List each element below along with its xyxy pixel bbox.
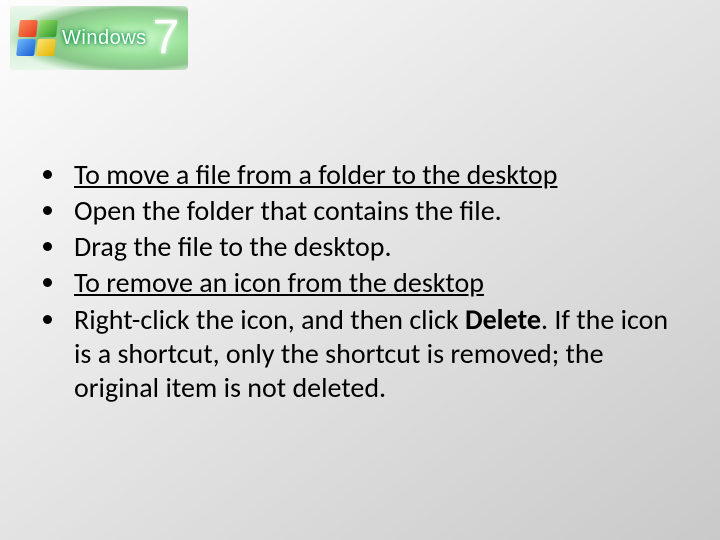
- body-text: To move a file from a folder to the desk…: [28, 158, 688, 407]
- heading-move-file: To move a file from a folder to the desk…: [74, 157, 557, 192]
- slide: Windows 7 To move a file from a folder t…: [0, 0, 720, 540]
- list-item: Drag the file to the desktop.: [68, 230, 688, 264]
- list-item: Right-click the icon, and then click Del…: [68, 303, 688, 405]
- list-item: To move a file from a folder to the desk…: [68, 158, 688, 192]
- windows7-logo: Windows 7: [10, 6, 188, 70]
- step-drag-file: Drag the file to the desktop.: [74, 229, 392, 264]
- logo-brand-text: Windows: [62, 27, 147, 50]
- heading-remove-icon: To remove an icon from the desktop: [74, 265, 484, 300]
- list-item: Open the folder that contains the file.: [68, 194, 688, 228]
- step-delete-bold: Delete: [465, 302, 541, 337]
- step-right-click-pre: Right-click the icon, and then click: [74, 302, 465, 337]
- step-open-folder: Open the folder that contains the file.: [74, 193, 502, 228]
- list-item: To remove an icon from the desktop: [68, 266, 688, 300]
- logo-version-text: 7: [153, 14, 180, 62]
- windows-flag-icon: [16, 20, 58, 56]
- bullet-list: To move a file from a folder to the desk…: [28, 158, 688, 405]
